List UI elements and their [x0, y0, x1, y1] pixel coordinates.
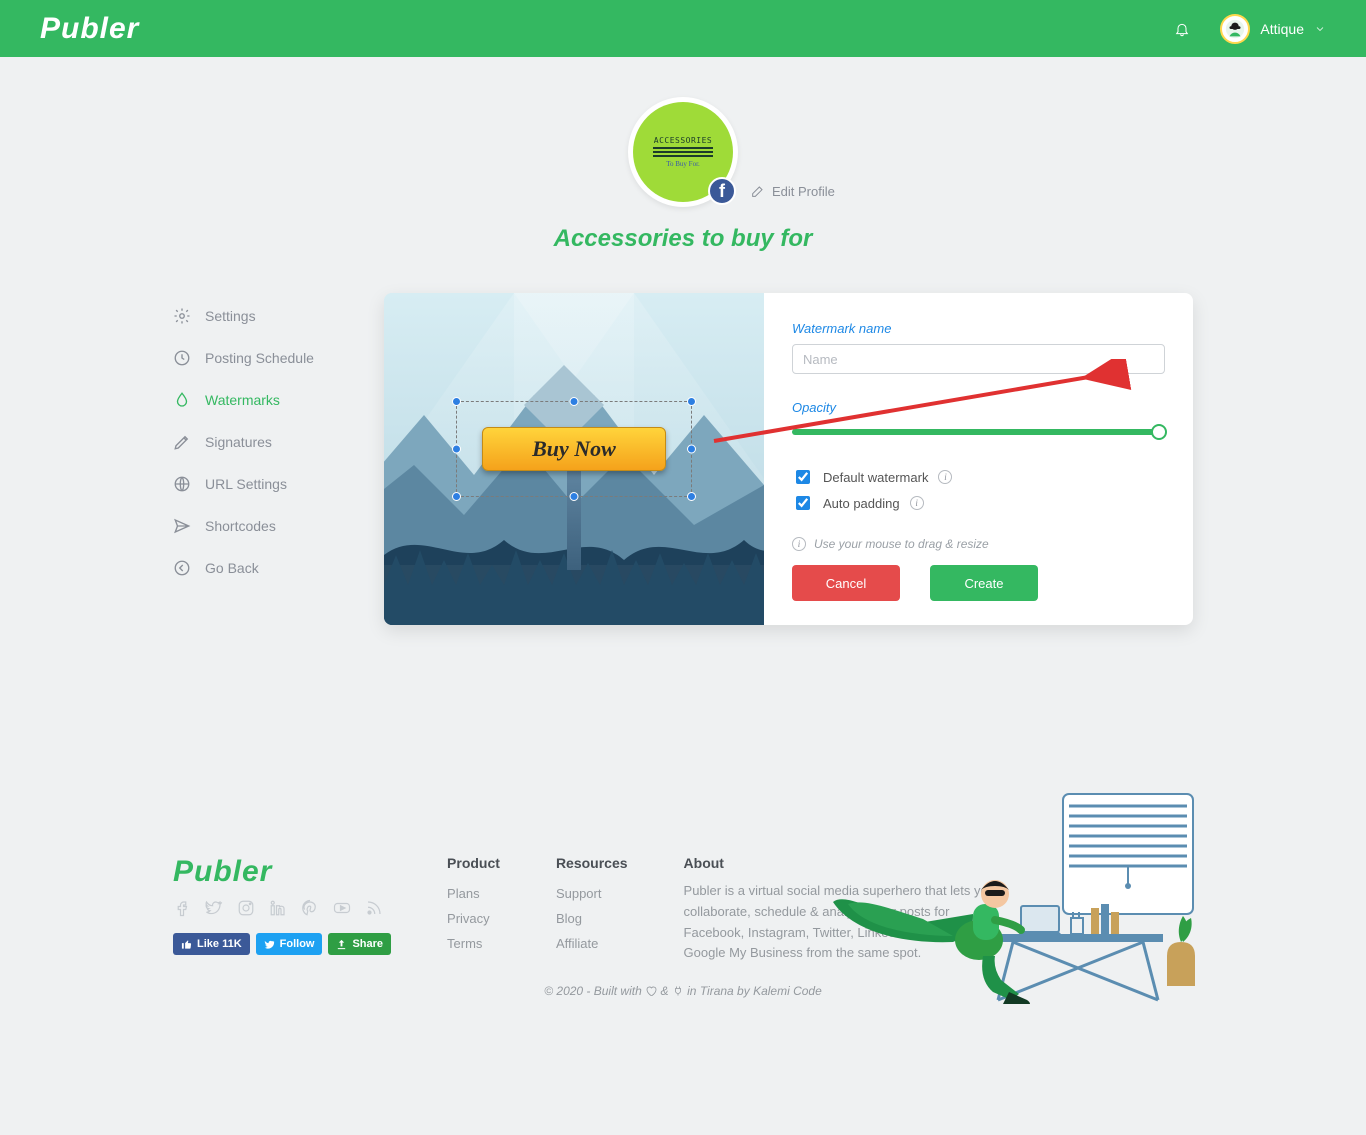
watermark-editor-card: Buy Now Watermark name Opacity — [384, 293, 1193, 625]
back-icon — [173, 559, 191, 577]
facebook-icon[interactable] — [173, 899, 191, 917]
footer-product-heading: Product — [447, 855, 500, 871]
clock-icon — [173, 349, 191, 367]
profile-header: ACCESSORIES To Buy For. f Edit Profile A… — [173, 97, 1193, 253]
chevron-down-icon — [1314, 23, 1326, 35]
footer-brand-logo[interactable]: Publer — [173, 855, 391, 889]
fb-like-button[interactable]: Like 11K — [173, 933, 250, 955]
gear-icon — [173, 307, 191, 325]
info-icon[interactable]: i — [938, 470, 952, 484]
watermark-name-label: Watermark name — [792, 321, 1165, 336]
top-bar: Publer Attique — [0, 0, 1366, 57]
sidenav-item-go-back[interactable]: Go Back — [173, 547, 314, 589]
create-button[interactable]: Create — [930, 565, 1038, 601]
plug-icon — [672, 985, 684, 997]
auto-padding-checkbox-row: Auto padding i — [792, 493, 1165, 513]
user-avatar-icon — [1220, 14, 1250, 44]
footer-link[interactable]: Affiliate — [556, 936, 628, 951]
linkedin-icon[interactable] — [269, 899, 287, 917]
sidenav-item-settings[interactable]: Settings — [173, 295, 314, 337]
send-icon — [173, 517, 191, 535]
heart-icon — [645, 985, 657, 997]
footer-resources-heading: Resources — [556, 855, 628, 871]
opacity-label: Opacity — [792, 400, 1165, 415]
footer-link[interactable]: Terms — [447, 936, 500, 951]
rss-icon[interactable] — [365, 899, 383, 917]
resize-handle[interactable] — [687, 492, 696, 501]
info-icon: i — [792, 537, 806, 551]
auto-padding-checkbox[interactable] — [796, 496, 810, 510]
footer: Publer Like 11K Follow Share Product Pla… — [0, 765, 1366, 1025]
instagram-icon[interactable] — [237, 899, 255, 917]
brand-logo[interactable]: Publer — [40, 12, 139, 46]
youtube-icon[interactable] — [333, 899, 351, 917]
resize-handle[interactable] — [452, 397, 461, 406]
opacity-slider[interactable] — [792, 423, 1165, 441]
resize-handle[interactable] — [452, 445, 461, 454]
watermark-form: Watermark name Opacity Default watermark… — [764, 293, 1193, 625]
sidenav-item-shortcodes[interactable]: Shortcodes — [173, 505, 314, 547]
edit-icon — [750, 183, 766, 199]
profile-name: Accessories to buy for — [554, 225, 813, 253]
resize-handle[interactable] — [452, 492, 461, 501]
hero-illustration-icon — [823, 784, 1223, 1004]
resize-handle[interactable] — [687, 397, 696, 406]
edit-profile-link[interactable]: Edit Profile — [750, 183, 835, 199]
username-label: Attique — [1260, 21, 1304, 37]
globe-icon — [173, 475, 191, 493]
resize-handle[interactable] — [569, 492, 578, 501]
sidenav-item-signatures[interactable]: Signatures — [173, 421, 314, 463]
sidenav-item-url-settings[interactable]: URL Settings — [173, 463, 314, 505]
settings-sidenav: Settings Posting Schedule Watermarks Sig… — [173, 293, 314, 589]
slider-thumb[interactable] — [1151, 424, 1167, 440]
footer-link[interactable]: Support — [556, 886, 628, 901]
facebook-badge-icon: f — [708, 177, 736, 205]
default-watermark-checkbox-row: Default watermark i — [792, 467, 1165, 487]
pinterest-icon[interactable] — [301, 899, 319, 917]
user-menu[interactable]: Attique — [1220, 14, 1326, 44]
sidenav-item-watermarks[interactable]: Watermarks — [173, 379, 314, 421]
pen-icon — [173, 433, 191, 451]
footer-link[interactable]: Blog — [556, 911, 628, 926]
drag-hint: i Use your mouse to drag & resize — [792, 537, 1165, 551]
watermark-sample[interactable]: Buy Now — [482, 427, 666, 471]
watermark-preview[interactable]: Buy Now — [384, 293, 764, 625]
drop-icon — [173, 391, 191, 409]
profile-avatar[interactable]: ACCESSORIES To Buy For. f Edit Profile — [628, 97, 738, 207]
footer-link[interactable]: Plans — [447, 886, 500, 901]
bell-icon[interactable] — [1174, 21, 1190, 37]
footer-link[interactable]: Privacy — [447, 911, 500, 926]
cancel-button[interactable]: Cancel — [792, 565, 900, 601]
twitter-follow-button[interactable]: Follow — [256, 933, 323, 955]
resize-handle[interactable] — [569, 397, 578, 406]
watermark-selection-box[interactable]: Buy Now — [456, 401, 692, 497]
share-button[interactable]: Share — [328, 933, 391, 955]
default-watermark-checkbox[interactable] — [796, 470, 810, 484]
resize-handle[interactable] — [687, 445, 696, 454]
watermark-name-input[interactable] — [792, 344, 1165, 374]
info-icon[interactable]: i — [910, 496, 924, 510]
sidenav-item-posting-schedule[interactable]: Posting Schedule — [173, 337, 314, 379]
twitter-icon[interactable] — [205, 899, 223, 917]
